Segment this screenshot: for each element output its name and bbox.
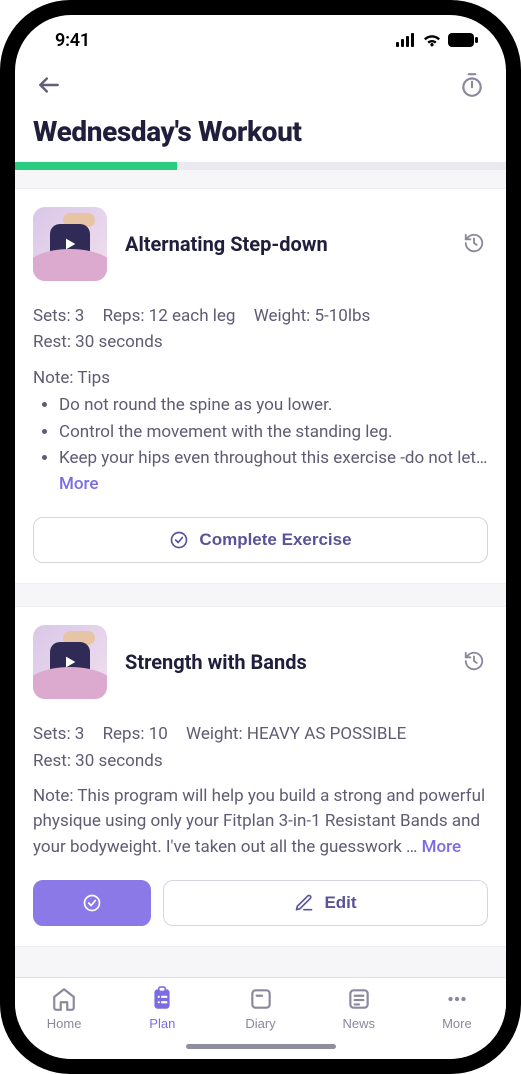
home-indicator <box>186 1044 336 1049</box>
status-icons <box>396 33 478 47</box>
tab-label: More <box>442 1016 472 1031</box>
play-icon <box>50 642 90 682</box>
weight-value: Weight: HEAVY AS POSSIBLE <box>186 724 406 744</box>
home-icon <box>51 986 77 1012</box>
tab-label: News <box>342 1016 375 1031</box>
reps-value: Reps: 10 <box>103 724 168 744</box>
play-icon <box>50 224 90 264</box>
complete-exercise-button[interactable]: Complete Exercise <box>33 517 488 563</box>
wifi-icon <box>422 33 442 47</box>
history-button[interactable] <box>460 648 488 676</box>
exercise-stats: Sets: 3 Reps: 10 Weight: HEAVY AS POSSIB… <box>33 721 488 774</box>
edit-button[interactable]: Edit <box>163 880 488 926</box>
stopwatch-icon <box>459 72 485 98</box>
page-title: Wednesday's Workout <box>15 103 506 162</box>
device-frame: 9:41 Wednesday's Workout <box>0 0 521 1074</box>
progress-fill <box>15 162 177 170</box>
sets-value: Sets: 3 <box>33 724 84 744</box>
arrow-left-icon <box>36 72 62 98</box>
back-button[interactable] <box>31 67 67 103</box>
history-button[interactable] <box>460 230 488 258</box>
tab-home[interactable]: Home <box>15 986 113 1031</box>
rest-value: Rest: 30 seconds <box>33 748 488 774</box>
note-label: Note: Tips <box>33 366 488 392</box>
edit-label: Edit <box>324 893 356 913</box>
tip-item: Keep your hips even throughout this exer… <box>59 446 488 497</box>
tab-plan[interactable]: Plan <box>113 986 211 1031</box>
note-icon <box>248 986 274 1012</box>
clipboard-icon <box>149 986 175 1012</box>
reps-value: Reps: 12 each leg <box>103 306 236 326</box>
edit-icon <box>294 893 314 913</box>
more-icon <box>444 986 470 1012</box>
history-icon <box>463 650 485 672</box>
more-link[interactable]: More <box>59 474 98 494</box>
tab-label: Plan <box>149 1016 175 1031</box>
tab-news[interactable]: News <box>310 986 408 1031</box>
status-bar: 9:41 <box>15 15 506 59</box>
header <box>15 59 506 103</box>
exercise-note: Note: Tips Do not round the spine as you… <box>33 366 488 498</box>
tab-more[interactable]: More <box>408 986 506 1031</box>
progress-bar <box>15 162 506 170</box>
status-time: 9:41 <box>55 30 90 51</box>
exercise-thumbnail[interactable] <box>33 625 107 699</box>
exercise-title: Strength with Bands <box>125 650 442 674</box>
more-link[interactable]: More <box>422 837 461 857</box>
exercise-stats: Sets: 3 Reps: 12 each leg Weight: 5-10lb… <box>33 303 488 356</box>
tab-label: Home <box>47 1016 82 1031</box>
news-icon <box>346 986 372 1012</box>
cellular-icon <box>396 33 416 47</box>
weight-value: Weight: 5-10lbs <box>254 306 371 326</box>
complete-label: Complete Exercise <box>199 530 351 550</box>
exercise-thumbnail[interactable] <box>33 207 107 281</box>
stopwatch-button[interactable] <box>454 67 490 103</box>
tab-label: Diary <box>245 1016 275 1031</box>
complete-exercise-button[interactable] <box>33 880 151 926</box>
battery-icon <box>448 33 478 47</box>
tab-diary[interactable]: Diary <box>211 986 309 1031</box>
tip-item: Do not round the spine as you lower. <box>59 393 488 419</box>
exercise-title: Alternating Step-down <box>125 232 442 256</box>
rest-value: Rest: 30 seconds <box>33 329 488 355</box>
screen: 9:41 Wednesday's Workout <box>15 15 506 1059</box>
sets-value: Sets: 3 <box>33 306 84 326</box>
check-circle-icon <box>82 893 102 913</box>
tip-item: Control the movement with the standing l… <box>59 420 488 446</box>
exercise-card: Strength with Bands Sets: 3 Reps: 10 Wei… <box>15 606 506 947</box>
exercise-card: Alternating Step-down Sets: 3 Reps: 12 e… <box>15 188 506 584</box>
check-circle-icon <box>169 530 189 550</box>
exercise-note: Note: This program will help you build a… <box>33 784 488 861</box>
content-scroll[interactable]: Alternating Step-down Sets: 3 Reps: 12 e… <box>15 170 506 977</box>
history-icon <box>463 232 485 254</box>
